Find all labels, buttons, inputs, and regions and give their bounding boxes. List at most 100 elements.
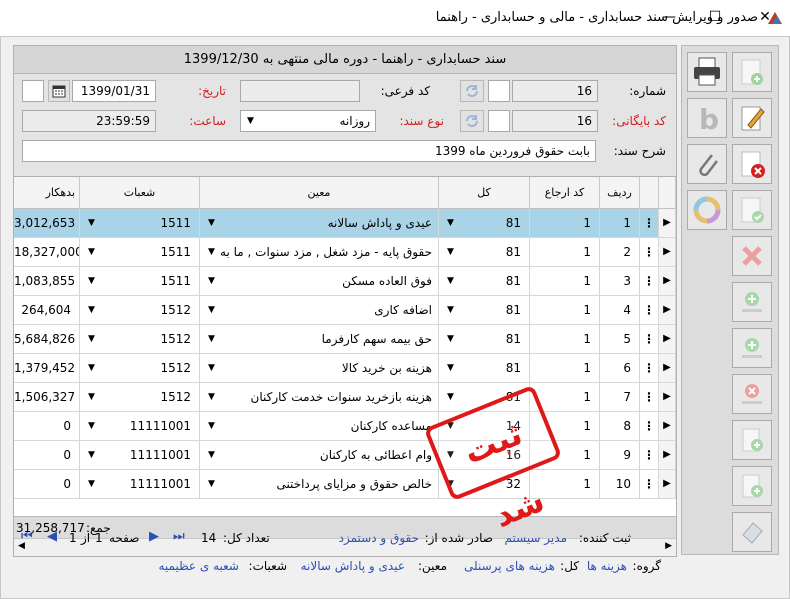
- cell-branch-container[interactable]: 1511 ▼: [80, 209, 200, 237]
- cell-ref-container[interactable]: 1: [530, 238, 600, 266]
- color-button[interactable]: [687, 190, 727, 230]
- bold-button[interactable]: b: [687, 98, 727, 138]
- column-header-ref[interactable]: کد ارجاع: [530, 177, 600, 209]
- column-header-branch[interactable]: شعبات: [80, 177, 200, 209]
- chevron-down-icon[interactable]: ▼: [447, 267, 454, 295]
- cell-row-container[interactable]: 5: [600, 325, 640, 353]
- cell-kol-container[interactable]: 81 ▼: [439, 296, 530, 324]
- row-indicator-icon[interactable]: ▶: [659, 325, 676, 353]
- chevron-down-icon[interactable]: ▼: [208, 441, 215, 469]
- branch-value[interactable]: شعبه ی عظیمیه: [158, 559, 239, 573]
- attach-button[interactable]: [687, 144, 727, 184]
- chevron-down-icon[interactable]: ▼: [88, 354, 95, 382]
- chevron-down-icon[interactable]: ▼: [208, 354, 215, 382]
- sync-number-button[interactable]: [460, 80, 484, 102]
- cell-debit-container[interactable]: 18,327,000: [14, 238, 80, 266]
- cell-debit-container[interactable]: 5,684,826: [14, 325, 80, 353]
- row-menu-icon[interactable]: ⋮: [640, 325, 659, 353]
- chevron-down-icon[interactable]: ▼: [88, 441, 95, 469]
- close-button[interactable]: ✕: [742, 0, 788, 34]
- row-menu-icon[interactable]: ⋮: [640, 209, 659, 237]
- row-indicator-icon[interactable]: ▶: [659, 412, 676, 440]
- cell-row-container[interactable]: 8: [600, 412, 640, 440]
- cell-row-container[interactable]: 9: [600, 441, 640, 469]
- cell-branch-container[interactable]: 11111001 ▼: [80, 470, 200, 498]
- row-menu-icon[interactable]: ⋮: [640, 412, 659, 440]
- cell-row-container[interactable]: 7: [600, 383, 640, 411]
- date-checkbox[interactable]: [22, 80, 44, 102]
- eraser-button[interactable]: [732, 512, 772, 552]
- cell-debit-container[interactable]: 0: [14, 441, 80, 469]
- table-row[interactable]: ▶ ⋮ 8 1 14 ▼ مساعده کارکنان ▼ 11111001 ▼ 0: [14, 412, 676, 441]
- cancel-button[interactable]: [732, 236, 772, 276]
- cell-moein-container[interactable]: عیدی و پاداش سالانه ▼: [200, 209, 439, 237]
- row-menu-icon[interactable]: ⋮: [640, 354, 659, 382]
- chevron-down-icon[interactable]: ▼: [88, 209, 95, 237]
- issued-from-value[interactable]: حقوق و دستمزد: [339, 531, 419, 545]
- doc-type-select[interactable]: روزانه ▼: [240, 110, 376, 132]
- table-row[interactable]: ▶ ⋮ 9 1 16 ▼ وام اعطائی به کارکنان ▼ 11111001 ▼ 0: [14, 441, 676, 470]
- row-indicator-icon[interactable]: ▶: [659, 383, 676, 411]
- cell-debit-container[interactable]: 3,012,653: [14, 209, 80, 237]
- chevron-down-icon[interactable]: ▼: [88, 412, 95, 440]
- row-menu-icon[interactable]: ⋮: [640, 470, 659, 498]
- cell-branch-container[interactable]: 1511 ▼: [80, 238, 200, 266]
- chevron-down-icon[interactable]: ▼: [447, 354, 454, 382]
- column-header-kol[interactable]: کل: [439, 177, 530, 209]
- cell-row-container[interactable]: 10: [600, 470, 640, 498]
- chevron-down-icon[interactable]: ▼: [447, 325, 454, 353]
- cell-kol-container[interactable]: 81 ▼: [439, 325, 530, 353]
- description-field[interactable]: بابت حقوق فروردین ماه 1399: [22, 140, 596, 162]
- chevron-down-icon[interactable]: ▼: [208, 209, 215, 237]
- date-field[interactable]: 1399/01/31: [72, 80, 156, 102]
- chevron-down-icon[interactable]: ▼: [88, 238, 95, 266]
- print-button[interactable]: [687, 52, 727, 92]
- row-indicator-icon[interactable]: ▶: [659, 354, 676, 382]
- cell-moein-container[interactable]: هزینه بن خرید کالا ▼: [200, 354, 439, 382]
- calendar-button[interactable]: [48, 80, 70, 102]
- chevron-down-icon[interactable]: ▼: [208, 383, 215, 411]
- column-header-row[interactable]: ردیف: [600, 177, 640, 209]
- cell-row-container[interactable]: 4: [600, 296, 640, 324]
- cell-debit-container[interactable]: 1,379,452: [14, 354, 80, 382]
- sub-code-field[interactable]: [240, 80, 360, 102]
- cell-branch-container[interactable]: 1511 ▼: [80, 267, 200, 295]
- row-menu-icon[interactable]: ⋮: [640, 267, 659, 295]
- table-row[interactable]: ▶ ⋮ 1 1 81 ▼ عیدی و پاداش سالانه ▼ 1511 ▼ 3,012,65…: [14, 209, 676, 238]
- cell-kol-container[interactable]: 81 ▼: [439, 354, 530, 382]
- cell-kol-container[interactable]: 81 ▼: [439, 267, 530, 295]
- maximize-button[interactable]: ☐: [692, 0, 738, 34]
- cell-row-container[interactable]: 3: [600, 267, 640, 295]
- archive-code-field[interactable]: 16: [512, 110, 598, 132]
- table-row[interactable]: ▶ ⋮ 2 1 81 ▼ حقوق پایه - مزد شغل , مزد سنوات ,…: [14, 238, 676, 267]
- archive-checkbox[interactable]: [488, 110, 510, 132]
- cell-debit-container[interactable]: 1,506,327: [14, 383, 80, 411]
- chevron-down-icon[interactable]: ▼: [208, 296, 215, 324]
- cell-debit-container[interactable]: 0: [14, 470, 80, 498]
- column-header-debit[interactable]: بدهکار: [14, 177, 80, 209]
- row-indicator-icon[interactable]: ▶: [659, 238, 676, 266]
- group-value[interactable]: هزینه ها: [587, 559, 627, 573]
- cell-ref-container[interactable]: 1: [530, 209, 600, 237]
- cell-debit-container[interactable]: 1,083,855: [14, 267, 80, 295]
- chevron-down-icon[interactable]: ▼: [208, 470, 215, 498]
- cell-moein-container[interactable]: خالص حقوق و مزایای پرداختنی ▼: [200, 470, 439, 498]
- chevron-down-icon[interactable]: ▼: [208, 267, 215, 295]
- row-menu-icon[interactable]: ⋮: [640, 296, 659, 324]
- minimize-button[interactable]: —: [646, 0, 692, 34]
- next-page-icon[interactable]: ▶: [149, 529, 159, 544]
- chevron-down-icon[interactable]: ▼: [208, 325, 215, 353]
- row-menu-icon[interactable]: ⋮: [640, 238, 659, 266]
- row-indicator-icon[interactable]: ▶: [659, 441, 676, 469]
- sync-archive-button[interactable]: [460, 110, 484, 132]
- chevron-down-icon[interactable]: ▼: [208, 238, 215, 266]
- insert-row-button[interactable]: [732, 420, 772, 460]
- cell-moein-container[interactable]: اضافه کاری ▼: [200, 296, 439, 324]
- add-row-button[interactable]: [732, 282, 772, 322]
- row-indicator-icon[interactable]: ▶: [659, 209, 676, 237]
- cell-row-container[interactable]: 1: [600, 209, 640, 237]
- confirm-button[interactable]: [732, 190, 772, 230]
- cell-ref-container[interactable]: 1: [530, 354, 600, 382]
- table-row[interactable]: ▶ ⋮ 3 1 81 ▼ فوق العاده مسکن ▼ 1511 ▼ 1,083,855: [14, 267, 676, 296]
- row-indicator-icon[interactable]: ▶: [659, 296, 676, 324]
